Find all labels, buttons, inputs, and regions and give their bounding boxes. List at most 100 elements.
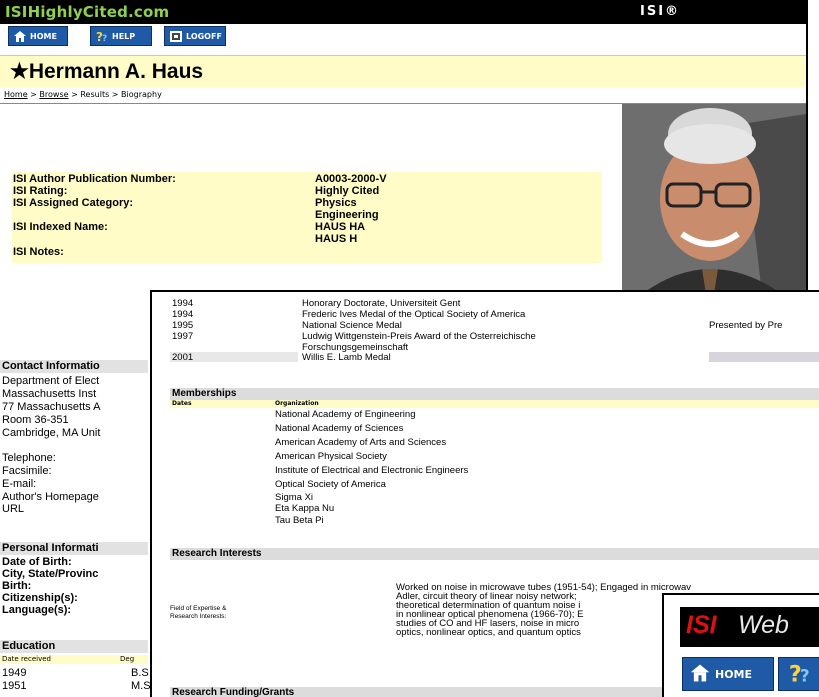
indexed-name-value-1: HAUS HA [315,221,366,233]
membership-item: American Physical Society [275,451,387,462]
education-year: 1951 [2,680,27,692]
page-title: ★Hermann A. Haus [10,60,204,83]
house-icon [689,663,711,686]
pub-number-label: ISI Author Publication Number: [13,173,176,185]
research-label: Field of Expertise & [170,605,227,612]
site-brand[interactable]: ISIHighlyCited.com [5,3,169,21]
popup-home-button[interactable]: HOME [682,657,774,691]
membership-item: Eta Kappa Nu [275,503,335,514]
honor-award: Honorary Doctorate, Universiteit Gent [302,298,461,309]
education-header-row: Date received Deg [0,655,148,664]
rating-label: ISI Rating: [13,185,68,197]
breadcrumb-sep: > [111,90,119,99]
honor-row-highlight [709,352,819,362]
contact-line: Cambridge, MA Unit [2,427,101,439]
popup-home-label: HOME [715,667,753,681]
rating-value: Highly Cited [315,185,380,197]
honor-award: Ludwig Wittgenstein-Preis Award of the O… [302,331,536,342]
isi-logo: ISI® [640,4,681,19]
popup-help-button[interactable]: ?? [778,657,819,691]
honor-year: 1995 [172,320,194,331]
help-button[interactable]: ?? HELP [90,26,152,46]
memberships-header-row: Dates Organization [170,400,819,408]
contact-line: Massachusetts Inst [2,388,97,400]
category-value-1: Physics [315,197,357,209]
research-text-line: optics, nonlinear optics, and quantum op… [396,627,581,638]
honor-award: Willis E. Lamb Medal [302,352,391,363]
education-degree: B.S [131,667,149,679]
honor-note: Presented by Pre [709,320,783,331]
honor-year: 1994 [172,309,194,320]
url-label: URL [2,503,25,515]
membership-item: National Academy of Engineering [275,409,416,420]
dob-label: Date of Birth: [2,556,72,568]
telephone-label: Telephone: [2,452,56,464]
help-question-icon: ?? [95,30,109,44]
contact-line: Room 36-351 [2,414,69,426]
education-heading: Education [0,640,148,653]
contact-line: Department of Elect [2,375,100,387]
isi-info-box [12,172,602,263]
category-label: ISI Assigned Category: [13,197,134,209]
isi-web-popup: ISI Web HOME ?? [662,593,819,697]
membership-item: Optical Society of America [275,479,386,490]
contact-line: 77 Massachusetts A [2,401,101,413]
homepage-label: Author's Homepage [2,491,99,503]
logoff-button[interactable]: LOGOFF [164,26,226,46]
logoff-icon [169,30,183,43]
author-photo [622,104,806,294]
breadcrumb-browse[interactable]: Browse [39,90,68,99]
honor-year: 2001 [172,352,194,363]
help-label: HELP [112,31,136,41]
brand-bar: ISIHighlyCited.com ISI® [0,0,806,24]
svg-text:?: ? [800,666,810,685]
notes-label: ISI Notes: [13,246,64,258]
logoff-label: LOGOFF [186,31,222,41]
education-year: 1949 [2,667,27,679]
email-label: E-mail: [2,478,37,490]
isi-web-logo-isi: ISI [686,611,717,639]
citizenship-label: Citizenship(s): [2,592,78,604]
education-col-degree: Deg [120,655,135,663]
education-degree: M.S [131,680,151,692]
breadcrumb: Home > Browse > Results > Biography [4,90,162,99]
honor-award: National Science Medal [302,320,402,331]
home-label: HOME [30,31,57,41]
help-question-icon: ?? [785,661,815,688]
category-value-2: Engineering [315,209,379,221]
languages-label: Language(s): [2,604,72,616]
home-button[interactable]: HOME [8,26,68,46]
membership-item: National Academy of Sciences [275,423,404,434]
house-icon [13,30,27,43]
pub-number-value: A0003-2000-V [315,173,387,185]
research-heading: Research Interests [170,548,819,560]
memberships-heading: Memberships [170,388,819,400]
indexed-name-label: ISI Indexed Name: [13,221,108,233]
honor-year: 1994 [172,298,194,309]
membership-item: American Academy of Arts and Sciences [275,437,447,448]
membership-item: Sigma Xi [275,492,314,503]
birth-label: Birth: [2,580,32,592]
membership-item: Institute of Electrical and Electronic E… [275,465,469,476]
facsimile-label: Facsimile: [2,465,52,477]
breadcrumb-results[interactable]: Results [80,90,109,99]
city-label: City, State/Provinc [2,568,99,580]
honor-year: 1997 [172,331,194,342]
breadcrumb-sep: > [71,90,78,99]
contact-heading: Contact Informatio [0,360,148,373]
research-label: Research Interests: [170,613,227,620]
memberships-col-dates: Dates [172,400,192,407]
breadcrumb-sep: > [30,90,37,99]
isi-web-logo-web: Web [738,611,789,639]
breadcrumb-home[interactable]: Home [4,90,28,99]
memberships-col-org: Organization [275,400,319,407]
personal-heading: Personal Informati [0,542,148,555]
breadcrumb-current: Biography [121,90,162,99]
membership-item: Tau Beta Pi [275,515,324,526]
indexed-name-value-2: HAUS H [315,233,358,245]
education-col-date: Date received [2,655,51,663]
honor-award: Frederic Ives Medal of the Optical Socie… [302,309,526,320]
svg-text:?: ? [102,34,107,43]
isi-web-logo: ISI Web [680,607,819,647]
nav-bar: HOME ?? HELP LOGOFF [0,24,806,50]
